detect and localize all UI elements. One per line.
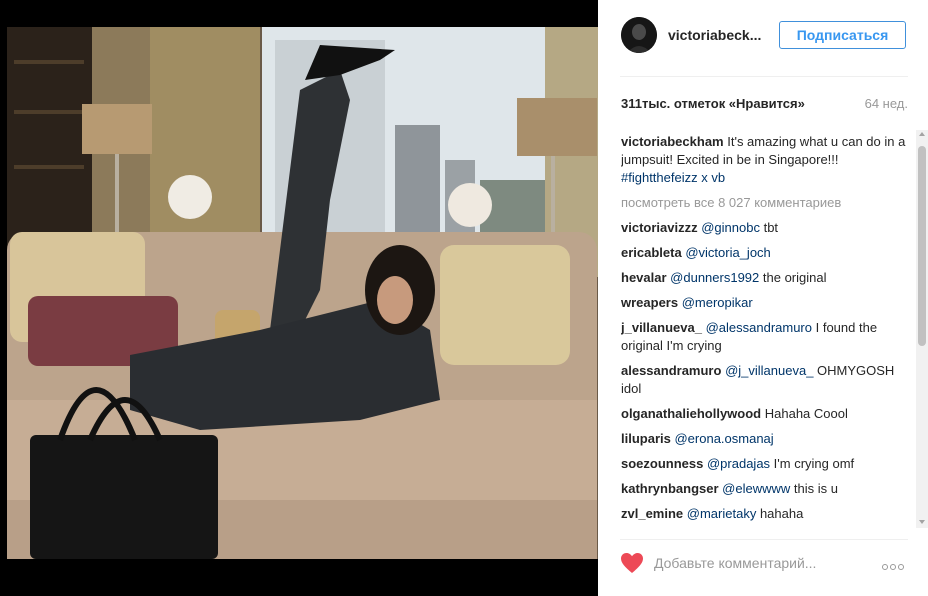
comment-username[interactable]: ericableta <box>621 245 682 260</box>
comment-mention[interactable]: @elewwww <box>722 481 790 496</box>
post-photo[interactable] <box>0 0 598 596</box>
comment-text: Hahaha Coool <box>764 406 848 421</box>
likes-count[interactable]: 311тыс. отметок «Нравится» <box>621 96 805 111</box>
comment-bar <box>598 545 928 585</box>
post-header: victoriabeck... Подписаться <box>598 0 928 76</box>
comment-item: kathrynbangser @elewwww this is u <box>621 480 909 498</box>
comment-item: victoriavizzz @ginnobc tbt <box>621 219 909 237</box>
comment-text: hahaha <box>756 506 804 521</box>
post-sidebar: victoriabeck... Подписаться 311тыс. отме… <box>598 0 928 596</box>
comment-hashtag[interactable]: #fightthefeizz x vb <box>621 170 725 185</box>
avatar[interactable] <box>621 17 657 53</box>
caption: victoriabeckham It's amazing what u can … <box>621 133 909 187</box>
comment-mention[interactable]: @marietaky <box>687 506 757 521</box>
comment-username[interactable]: kathrynbangser <box>621 481 719 496</box>
likes-row: 311тыс. отметок «Нравится» 64 нед. <box>598 94 928 114</box>
avatar-image <box>621 17 657 53</box>
comment-mention[interactable]: @pradajas <box>707 456 770 471</box>
comment-mention[interactable]: @dunners1992 <box>670 270 759 285</box>
comment-text: tbt <box>759 220 779 235</box>
comment-mention[interactable]: @erona.osmanaj <box>674 431 773 446</box>
comment-username[interactable]: liluparis <box>621 431 671 446</box>
comment-mention[interactable]: @ginnobc <box>701 220 760 235</box>
post-username[interactable]: victoriabeck... <box>668 27 761 43</box>
comments-list[interactable]: victoriabeckham It's amazing what u can … <box>621 133 909 528</box>
comment-item: j_villanueva_ @alessandramuro I found th… <box>621 319 909 355</box>
comment-text: I'm crying omf <box>770 456 855 471</box>
comment-mention[interactable]: @meropikar <box>682 295 753 310</box>
heart-icon[interactable] <box>620 552 644 574</box>
add-comment-input[interactable] <box>654 553 854 573</box>
comment-username[interactable]: zvl_emine <box>621 506 683 521</box>
comment-item: wreapers @meropikar <box>621 294 909 312</box>
view-all-comments-link[interactable]: посмотреть все 8 027 комментариев <box>621 194 909 212</box>
comment-username[interactable]: alessandramuro <box>621 363 721 378</box>
footer-divider <box>620 539 908 540</box>
comment-item: liluparis @erona.osmanaj <box>621 430 909 448</box>
comment-mention[interactable]: @j_villanueva_ <box>725 363 813 378</box>
comment-username[interactable]: j_villanueva_ <box>621 320 702 335</box>
more-options-icon[interactable] <box>882 557 908 570</box>
post-age[interactable]: 64 нед. <box>865 96 908 111</box>
comment-username[interactable]: wreapers <box>621 295 678 310</box>
comment-mention[interactable]: @alessandramuro <box>706 320 812 335</box>
comment-item: zvl_emine @marietaky hahaha <box>621 505 909 523</box>
comment-text: this is u <box>790 481 838 496</box>
comment-username[interactable]: hevalar <box>621 270 667 285</box>
instagram-post-modal: victoriabeck... Подписаться 311тыс. отме… <box>0 0 928 596</box>
comment-item: hevalar @dunners1992 the original <box>621 269 909 287</box>
comment-item: alessandramuro @j_villanueva_ OHMYGOSH i… <box>621 362 909 398</box>
post-photo-image <box>0 0 598 596</box>
scroll-up-arrow-icon[interactable] <box>919 132 925 136</box>
comment-mention[interactable]: @victoria_joch <box>685 245 770 260</box>
comment-username[interactable]: victoriabeckham <box>621 134 724 149</box>
follow-button[interactable]: Подписаться <box>779 21 906 49</box>
comment-username[interactable]: victoriavizzz <box>621 220 698 235</box>
comment-username[interactable]: olganathaliehollywood <box>621 406 761 421</box>
comment-item: olganathaliehollywood Hahaha Coool <box>621 405 909 423</box>
comments-scrollbar[interactable] <box>916 130 928 528</box>
header-divider <box>620 76 908 77</box>
comment-text: the original <box>759 270 827 285</box>
comment-item: soezounness @pradajas I'm crying omf <box>621 455 909 473</box>
scroll-down-arrow-icon[interactable] <box>919 520 925 524</box>
comment-username[interactable]: soezounness <box>621 456 703 471</box>
scroll-thumb[interactable] <box>918 146 926 346</box>
comment-item: ericableta @victoria_joch <box>621 244 909 262</box>
